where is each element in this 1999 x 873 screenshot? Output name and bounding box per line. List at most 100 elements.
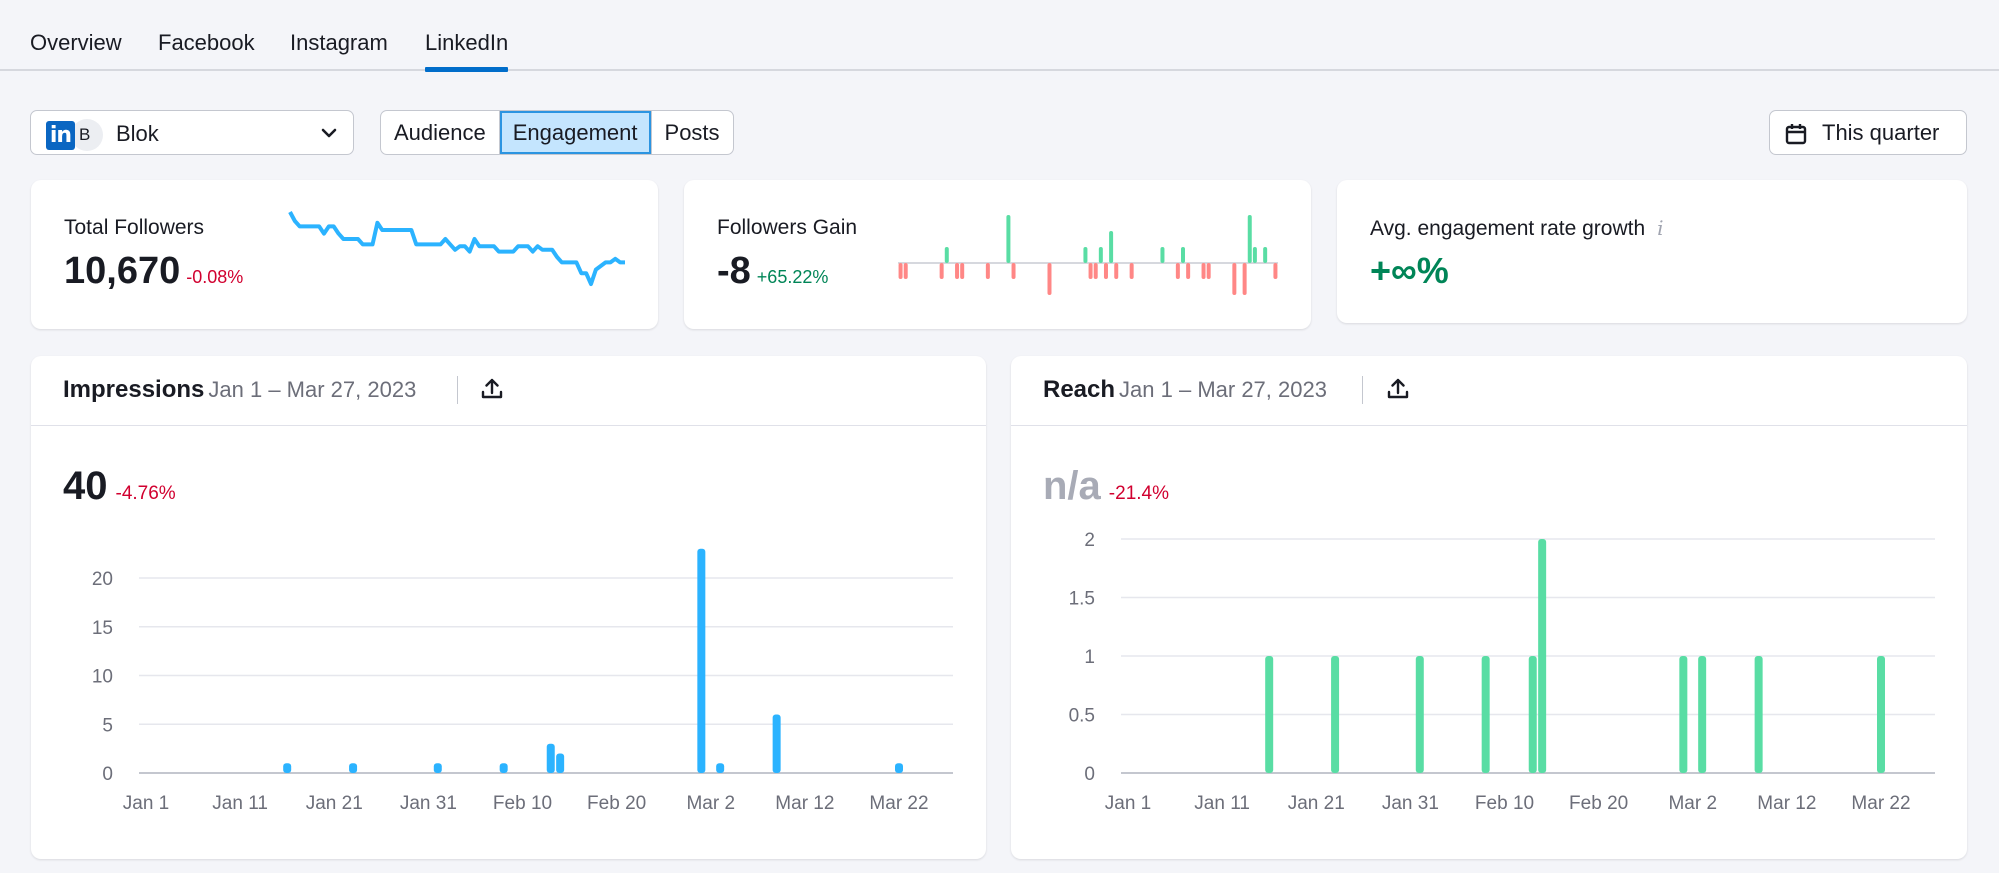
- engagement-growth-title: Avg. engagement rate growth i: [1370, 216, 1664, 241]
- view-engagement-button[interactable]: Engagement: [499, 111, 652, 154]
- bar: [546, 743, 555, 773]
- x-tick-label: Feb 10: [493, 793, 552, 814]
- bar: [772, 714, 781, 773]
- header-divider: [457, 376, 458, 404]
- y-tick-label: 15: [92, 618, 113, 639]
- reach-title: Reach Jan 1 – Mar 27, 2023: [1043, 376, 1327, 404]
- header-divider: [1362, 376, 1363, 404]
- x-tick-label: Jan 11: [212, 793, 268, 814]
- followers-gain-title: Followers Gain: [717, 216, 858, 239]
- tab-linkedin[interactable]: LinkedIn: [425, 30, 509, 72]
- info-icon[interactable]: i: [1657, 216, 1663, 240]
- gain-bar-positive: [1247, 215, 1252, 263]
- gain-bar-negative: [1273, 263, 1278, 279]
- gain-bar-negative: [960, 263, 965, 279]
- gain-bar-positive: [1160, 247, 1165, 263]
- period-label: This quarter: [1822, 120, 1940, 145]
- gain-bar-negative: [985, 263, 990, 279]
- followers-gain-value: -8 +65.22%: [717, 250, 828, 293]
- gain-bar-positive: [1083, 247, 1088, 263]
- gain-bar-negative: [1093, 263, 1098, 279]
- reach-delta: -21.4%: [1108, 483, 1169, 504]
- gain-bar-positive: [1181, 247, 1185, 263]
- total-followers-title: Total Followers: [64, 216, 205, 239]
- gain-bar-positive: [944, 247, 949, 263]
- bar: [1265, 656, 1274, 773]
- y-tick-label: 1.5: [1069, 589, 1095, 610]
- reach-total-number: n/a: [1043, 464, 1101, 508]
- total-followers-value: 10,670 -0.08%: [64, 250, 243, 293]
- view-audience-button[interactable]: Audience: [381, 111, 500, 154]
- x-tick-label: Jan 31: [1382, 793, 1439, 814]
- tab-facebook[interactable]: Facebook: [158, 30, 255, 56]
- bar: [1481, 656, 1490, 773]
- followers-gain-number: -8: [717, 250, 751, 292]
- calendar-icon: [1785, 124, 1807, 145]
- impressions-title-text: Impressions: [63, 376, 205, 403]
- x-tick-label: Mar 22: [1851, 793, 1910, 814]
- reach-card: Reach Jan 1 – Mar 27, 2023 n/a -21.4% 0 0.5…: [1011, 356, 1967, 859]
- y-tick-label: 0: [102, 764, 113, 785]
- reach-title-text: Reach: [1043, 376, 1116, 403]
- gain-bar-positive: [1006, 215, 1011, 263]
- x-tick-label: Mar 2: [686, 793, 735, 814]
- impressions-total-number: 40: [63, 464, 108, 508]
- bar: [1679, 656, 1688, 773]
- gain-bar-negative: [939, 263, 944, 279]
- followers-gain-sparkline: [898, 215, 1278, 295]
- tab-instagram[interactable]: Instagram: [290, 30, 388, 56]
- total-followers-number: 10,670: [64, 250, 181, 292]
- x-tick-label: Jan 11: [1194, 793, 1250, 814]
- x-tick-label: Feb 10: [1475, 793, 1534, 814]
- gain-bar-positive: [1263, 247, 1268, 263]
- x-tick-label: Jan 21: [1288, 793, 1345, 814]
- export-icon[interactable]: [1385, 376, 1411, 402]
- y-tick-label: 0: [1084, 764, 1095, 785]
- view-switch: Audience Engagement Posts: [380, 110, 734, 155]
- gain-bar-negative: [1047, 263, 1052, 295]
- x-tick-label: Mar 22: [869, 793, 928, 814]
- followers-gain-delta: +65.22%: [756, 267, 829, 287]
- impressions-chart: 0 5 10 15 20 Jan 1 Jan 11 Jan 21 Jan 31 Feb 10 Feb…: [92, 548, 953, 814]
- reach-chart: 0 0.5 1 1.5 2 Jan 1 Jan 11 Jan 21 Jan 31 Feb 10 Fe…: [1069, 530, 1935, 814]
- gain-bar-positive: [1252, 247, 1257, 263]
- impressions-delta: -4.76%: [115, 483, 176, 504]
- impressions-total: 40 -4.76%: [63, 464, 176, 509]
- avatar: B: [71, 119, 103, 151]
- account-select[interactable]: B in Blok: [30, 110, 354, 155]
- x-tick-label: Jan 21: [306, 793, 363, 814]
- bar: [716, 763, 725, 773]
- gain-bar-negative: [1011, 263, 1016, 279]
- gain-bar-negative: [1242, 263, 1247, 295]
- period-button[interactable]: This quarter: [1769, 110, 1967, 155]
- tab-overview[interactable]: Overview: [30, 30, 122, 56]
- y-tick-label: 10: [92, 667, 113, 688]
- gain-bar-negative: [1129, 263, 1134, 279]
- linkedin-icon: in: [46, 121, 75, 150]
- bar: [1877, 656, 1885, 773]
- view-posts-button[interactable]: Posts: [652, 111, 733, 154]
- bar: [1415, 656, 1424, 773]
- export-icon[interactable]: [479, 376, 505, 402]
- gain-bar-negative: [1186, 263, 1191, 279]
- gain-bar-negative: [1103, 263, 1108, 279]
- bar: [1331, 656, 1340, 773]
- gain-bar-negative: [1206, 263, 1211, 279]
- y-tick-label: 2: [1084, 530, 1095, 551]
- reach-total: n/a -21.4%: [1043, 464, 1169, 509]
- gain-bar-negative: [1114, 263, 1119, 279]
- total-followers-card: Total Followers 10,670 -0.08%: [31, 180, 658, 329]
- account-name: Blok: [116, 121, 159, 146]
- gain-bar-negative: [898, 263, 903, 279]
- impressions-header: Impressions Jan 1 – Mar 27, 2023: [31, 356, 986, 426]
- reach-header: Reach Jan 1 – Mar 27, 2023: [1011, 356, 1967, 426]
- bar: [1698, 656, 1707, 773]
- gain-bar-negative: [1175, 263, 1180, 279]
- gain-bar-negative: [1201, 263, 1206, 279]
- gain-bar-negative: [903, 263, 908, 279]
- y-tick-label: 1: [1084, 647, 1095, 668]
- bar: [895, 763, 903, 773]
- impressions-title: Impressions Jan 1 – Mar 27, 2023: [63, 376, 416, 404]
- x-tick-label: Jan 1: [123, 793, 169, 814]
- x-tick-label: Feb 20: [587, 793, 646, 814]
